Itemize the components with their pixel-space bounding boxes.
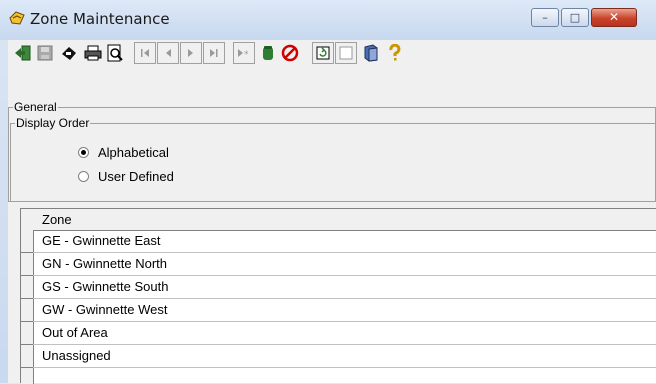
blank-page-button[interactable] [335,42,357,64]
close-icon: ✕ [608,10,620,24]
zone-cell: Out of Area [42,325,108,340]
user-defined-label: User Defined [98,169,174,184]
zone-grid[interactable]: Zone GE - Gwinnette East GN - Gwinnette … [20,208,656,384]
delete-record-button[interactable] [257,42,279,64]
table-row[interactable]: GN - Gwinnette North [33,253,656,276]
row-selector[interactable] [21,322,33,345]
alphabetical-label: Alphabetical [98,145,169,160]
toolbar: * [8,40,656,68]
close-button[interactable]: ✕ [591,8,637,27]
save-disk-icon [37,45,53,61]
book-button[interactable] [360,42,382,64]
row-selector[interactable] [21,253,33,276]
last-record-icon [210,49,218,57]
app-icon [8,9,26,27]
title-bar[interactable]: Zone Maintenance – □ ✕ [0,0,656,40]
table-row[interactable]: GE - Gwinnette East [33,230,656,253]
new-record-button[interactable]: * [233,42,255,64]
row-selector[interactable] [21,299,33,322]
last-record-button[interactable] [203,42,225,64]
zone-maintenance-window: Zone Maintenance – □ ✕ * General Display… [0,0,656,384]
alphabetical-radio-dot[interactable] [78,147,89,158]
general-label: General [13,100,58,114]
first-record-icon [141,49,149,57]
save-button[interactable] [34,42,56,64]
exit-door-icon [15,45,31,61]
zone-column-header[interactable]: Zone [42,212,72,227]
minimize-icon: – [542,11,548,24]
zone-cell: GS - Gwinnette South [42,279,169,294]
window-title: Zone Maintenance [30,10,170,28]
user-defined-radio-dot[interactable] [78,171,89,182]
print-setup-button[interactable] [58,42,80,64]
next-record-button[interactable] [180,42,202,64]
row-selector[interactable] [21,230,33,253]
maximize-icon: □ [569,11,581,24]
grid-header: Zone [33,209,656,231]
first-record-button[interactable] [134,42,156,64]
table-row[interactable]: GS - Gwinnette South [33,276,656,299]
blank-page-icon [339,46,353,60]
table-row[interactable]: Out of Area [33,322,656,345]
printer-icon [84,45,102,61]
zone-cell: GW - Gwinnette West [42,302,168,317]
row-selector[interactable] [21,345,33,368]
previous-record-icon [166,49,171,57]
cancel-button[interactable] [279,42,301,64]
zone-cell: Unassigned [42,348,111,363]
display-order-group: Display Order Alphabetical User Defined [10,116,656,202]
minimize-button[interactable]: – [531,8,559,27]
new-record-icon: * [238,49,249,60]
print-setup-icon [62,47,76,60]
zone-cell: GN - Gwinnette North [42,256,167,271]
table-row[interactable]: Unassigned [33,345,656,368]
display-order-label: Display Order [15,116,91,130]
book-icon [364,44,378,62]
previous-record-button[interactable] [157,42,179,64]
help-icon [389,44,401,61]
row-selector[interactable] [21,276,33,299]
zone-cell: GE - Gwinnette East [42,233,161,248]
print-button[interactable] [82,42,104,64]
next-record-icon [188,49,193,57]
maximize-button[interactable]: □ [561,8,589,27]
general-group: General Display Order Alphabetical User … [8,100,656,202]
svg-text:*: * [244,50,249,60]
refresh-button[interactable] [312,42,334,64]
table-row[interactable]: GW - Gwinnette West [33,299,656,322]
refresh-icon [316,46,330,60]
print-preview-button[interactable] [104,42,126,64]
help-button[interactable] [384,42,406,64]
delete-record-icon [263,46,273,60]
cancel-icon [281,44,299,62]
print-preview-icon [107,44,123,62]
exit-button[interactable] [12,42,34,64]
